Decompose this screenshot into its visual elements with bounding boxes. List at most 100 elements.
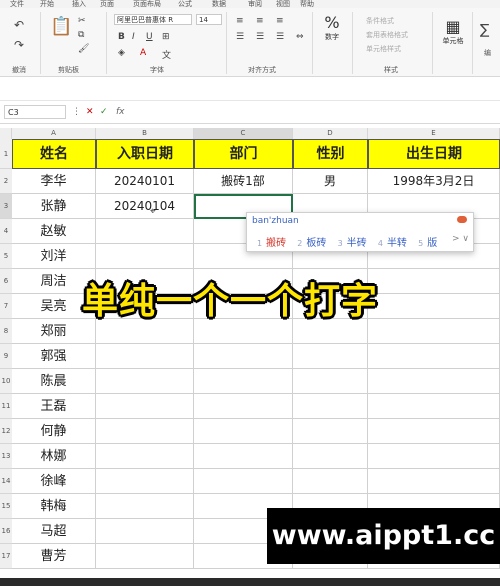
more-options-icon[interactable]: ⋮ xyxy=(72,105,81,119)
empty-cell[interactable] xyxy=(293,469,368,494)
empty-cell[interactable] xyxy=(96,344,194,369)
name-cell[interactable]: 刘洋 xyxy=(12,244,96,269)
ime-candidate[interactable]: 5版 xyxy=(418,238,441,249)
name-cell[interactable]: 徐峰 xyxy=(12,469,96,494)
empty-cell[interactable] xyxy=(96,494,194,519)
paste-icon[interactable]: 📋 xyxy=(50,16,72,37)
border-icon[interactable]: ⊞ xyxy=(162,32,170,42)
undo-icon[interactable]: ↶ xyxy=(14,18,24,32)
row-header[interactable]: 1 xyxy=(0,139,12,169)
row-header[interactable]: 12 xyxy=(0,419,12,444)
header-cell-department[interactable]: 部门 xyxy=(194,139,293,169)
row-header[interactable]: 17 xyxy=(0,544,12,569)
empty-cell[interactable] xyxy=(194,444,293,469)
align-left-icon[interactable]: ☰ xyxy=(236,32,244,42)
empty-cell[interactable] xyxy=(194,419,293,444)
empty-cell[interactable] xyxy=(368,294,500,319)
select-all-corner[interactable] xyxy=(0,128,12,139)
empty-cell[interactable] xyxy=(293,344,368,369)
row-header[interactable]: 15 xyxy=(0,494,12,519)
empty-cell[interactable] xyxy=(293,369,368,394)
bold-icon[interactable]: B xyxy=(118,32,125,42)
column-header-a[interactable]: A xyxy=(12,128,96,139)
font-color-icon[interactable]: A xyxy=(140,48,146,58)
font-name-select[interactable]: 阿里巴巴普惠体 R xyxy=(114,14,192,25)
empty-cell[interactable] xyxy=(194,394,293,419)
row-header[interactable]: 5 xyxy=(0,244,12,269)
empty-cell[interactable] xyxy=(96,219,194,244)
empty-cell[interactable] xyxy=(96,419,194,444)
row-header[interactable]: 16 xyxy=(0,519,12,544)
column-header-b[interactable]: B xyxy=(96,128,194,139)
copy-icon[interactable]: ⧉ xyxy=(78,30,84,40)
header-cell-birth-date[interactable]: 出生日期 xyxy=(368,139,500,169)
row-header[interactable]: 3 xyxy=(0,194,12,219)
ime-candidate[interactable]: 2 板砖 xyxy=(297,238,330,249)
name-cell[interactable]: 陈晨 xyxy=(12,369,96,394)
name-cell[interactable]: 李华 xyxy=(12,169,96,194)
row-header[interactable]: 13 xyxy=(0,444,12,469)
cancel-icon[interactable]: ✕ xyxy=(86,105,94,119)
row-header[interactable]: 9 xyxy=(0,344,12,369)
column-header-e[interactable]: E xyxy=(368,128,500,139)
gender-cell[interactable]: 男 xyxy=(293,169,368,194)
cut-icon[interactable]: ✂ xyxy=(78,16,86,26)
ime-candidate[interactable]: 1 搬砖 xyxy=(257,238,290,249)
cells-button[interactable]: ▦ 单元格 xyxy=(438,18,468,46)
format-as-table-button[interactable]: 套用表格格式 xyxy=(366,30,408,40)
empty-cell[interactable] xyxy=(368,419,500,444)
row-header[interactable]: 6 xyxy=(0,269,12,294)
align-middle-icon[interactable]: ≡ xyxy=(256,16,264,26)
conditional-format-button[interactable]: 条件格式 xyxy=(366,16,394,26)
merge-icon[interactable]: ⇔ xyxy=(296,32,304,42)
row-header[interactable]: 7 xyxy=(0,294,12,319)
align-center-icon[interactable]: ☰ xyxy=(256,32,264,42)
name-cell[interactable]: 王磊 xyxy=(12,394,96,419)
row-header[interactable]: 4 xyxy=(0,219,12,244)
empty-cell[interactable] xyxy=(293,394,368,419)
empty-cell[interactable] xyxy=(194,344,293,369)
empty-cell[interactable] xyxy=(368,394,500,419)
header-cell-hire-date[interactable]: 入职日期 xyxy=(96,139,194,169)
column-header-c[interactable]: C xyxy=(194,128,293,139)
empty-cell[interactable] xyxy=(96,544,194,569)
name-cell[interactable]: 赵敏 xyxy=(12,219,96,244)
insert-function-icon[interactable]: fx xyxy=(116,105,125,119)
name-cell[interactable]: 林娜 xyxy=(12,444,96,469)
empty-cell[interactable] xyxy=(96,519,194,544)
empty-cell[interactable] xyxy=(96,244,194,269)
row-header[interactable]: 8 xyxy=(0,319,12,344)
hire-date-cell[interactable]: 20240104 xyxy=(96,194,194,219)
empty-cell[interactable] xyxy=(368,319,500,344)
editing-icon[interactable]: ∑ xyxy=(480,22,489,38)
empty-cell[interactable] xyxy=(194,469,293,494)
ime-candidate[interactable]: 3 半砖 xyxy=(338,238,371,249)
name-cell[interactable]: 马超 xyxy=(12,519,96,544)
ime-candidate[interactable]: 4 半转 xyxy=(378,238,411,249)
empty-cell[interactable] xyxy=(96,444,194,469)
empty-cell[interactable] xyxy=(368,444,500,469)
empty-cell[interactable] xyxy=(194,369,293,394)
name-cell[interactable]: 郭强 xyxy=(12,344,96,369)
row-header[interactable]: 11 xyxy=(0,394,12,419)
cell-styles-button[interactable]: 单元格样式 xyxy=(366,44,401,54)
name-cell[interactable]: 韩梅 xyxy=(12,494,96,519)
align-bottom-icon[interactable]: ≡ xyxy=(276,16,284,26)
empty-cell[interactable] xyxy=(368,344,500,369)
align-right-icon[interactable]: ☰ xyxy=(276,32,284,42)
empty-cell[interactable] xyxy=(368,369,500,394)
empty-cell[interactable] xyxy=(368,469,500,494)
underline-icon[interactable]: U xyxy=(146,32,153,42)
enter-icon[interactable]: ✓ xyxy=(100,105,108,119)
fill-color-icon[interactable]: ◈ xyxy=(118,48,125,58)
empty-cell[interactable] xyxy=(293,419,368,444)
align-top-icon[interactable]: ≡ xyxy=(236,16,244,26)
row-header[interactable]: 10 xyxy=(0,369,12,394)
name-cell[interactable]: 曹芳 xyxy=(12,544,96,569)
italic-icon[interactable]: I xyxy=(132,32,135,42)
redo-icon[interactable]: ↷ xyxy=(14,38,24,52)
empty-cell[interactable] xyxy=(96,469,194,494)
column-header-d[interactable]: D xyxy=(293,128,368,139)
name-box[interactable]: C3 xyxy=(4,105,66,119)
empty-cell[interactable] xyxy=(368,269,500,294)
